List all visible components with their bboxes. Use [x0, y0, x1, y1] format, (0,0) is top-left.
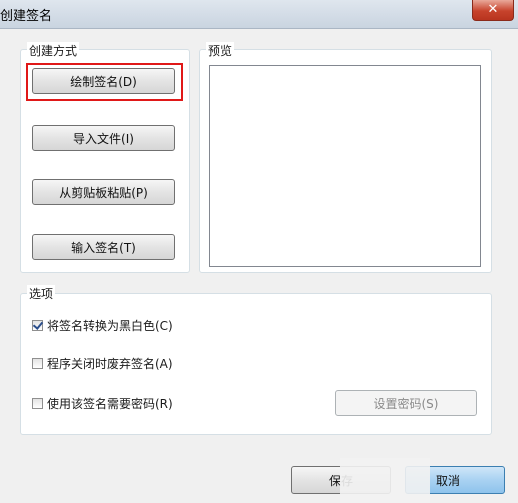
window-title: 创建签名	[0, 9, 53, 24]
convert-bw-label: 将签名转换为黑白色(C)	[47, 318, 173, 333]
import-file-button[interactable]: 导入文件(I)	[32, 125, 175, 151]
require-password-checkbox[interactable]	[32, 397, 43, 409]
convert-bw-checkbox[interactable]	[32, 319, 43, 331]
preview-label: 预览	[206, 42, 235, 59]
create-signature-dialog: 创建签名 ✕ 创建方式 绘制签名(D) 导入文件(I) 从剪贴板粘贴(P) 输入…	[0, 0, 518, 503]
obscured-region	[340, 458, 430, 503]
options-label: 选项	[27, 285, 56, 302]
discard-on-close-label: 程序关闭时废弃签名(A)	[47, 356, 173, 371]
title-bar: 创建签名 ✕	[0, 0, 518, 29]
set-password-button[interactable]: 设置密码(S)	[335, 390, 477, 416]
draw-signature-button[interactable]: 绘制签名(D)	[32, 68, 175, 94]
require-password-option[interactable]: 使用该签名需要密码(R)	[32, 395, 173, 411]
paste-from-clipboard-button[interactable]: 从剪贴板粘贴(P)	[32, 179, 175, 205]
discard-on-close-option[interactable]: 程序关闭时废弃签名(A)	[32, 355, 173, 371]
discard-on-close-checkbox[interactable]	[32, 357, 43, 369]
signature-preview-area	[209, 65, 481, 267]
creation-method-label: 创建方式	[27, 42, 80, 59]
type-signature-button[interactable]: 输入签名(T)	[32, 234, 175, 260]
convert-bw-option[interactable]: 将签名转换为黑白色(C)	[32, 317, 173, 333]
close-icon[interactable]: ✕	[472, 0, 514, 21]
require-password-label: 使用该签名需要密码(R)	[47, 396, 173, 411]
